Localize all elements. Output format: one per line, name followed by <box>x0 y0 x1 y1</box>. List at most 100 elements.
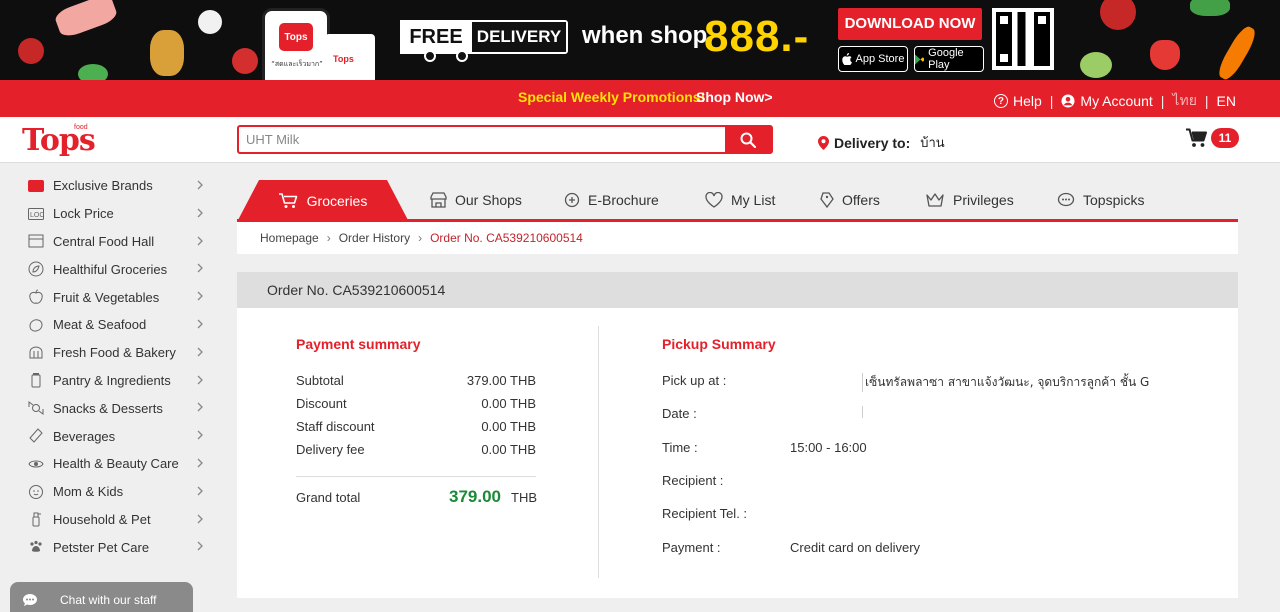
my-account-link[interactable]: My Account <box>1080 93 1152 109</box>
account-icon <box>1061 94 1075 108</box>
tab-offers[interactable]: Offers <box>820 180 880 219</box>
tab-label: Offers <box>842 191 880 208</box>
date-label: Date : <box>662 406 697 421</box>
separator: | <box>1049 93 1054 109</box>
sidebar-item-mom-kids[interactable]: Mom & Kids <box>0 478 222 506</box>
search-button[interactable] <box>725 127 771 152</box>
sidebar-item-fresh-food-bakery[interactable]: Fresh Food & Bakery <box>0 339 222 367</box>
google-play-button[interactable]: Google Play <box>914 46 984 72</box>
sidebar-item-lock-price[interactable]: LOCK Lock Price <box>0 200 222 228</box>
tag-icon <box>820 191 834 208</box>
promo-banner[interactable]: Tops “สดและเร็วมาก” Tops FREE DELIVERY w… <box>0 0 1280 80</box>
summary-divider <box>296 476 536 477</box>
main-nav-tabs: Groceries Our Shops E-Brochure My List O… <box>237 180 1238 222</box>
order-title: Order No. CA539210600514 <box>237 272 1238 308</box>
delivery-fee-value: 0.00 THB <box>481 442 536 457</box>
sidebar-item-label: Healthiful Groceries <box>53 261 168 277</box>
pickup-summary-title: Pickup Summary <box>662 336 776 352</box>
chevron-right-icon <box>197 236 203 246</box>
discount-value: 0.00 THB <box>481 396 536 411</box>
sidebar-item-central-food-hall[interactable]: Central Food Hall <box>0 228 222 256</box>
sidebar-item-snacks-desserts[interactable]: Snacks & Desserts <box>0 394 222 422</box>
tab-topspicks[interactable]: Topspicks <box>1057 180 1144 219</box>
meat-icon <box>27 316 45 334</box>
sidebar-item-label: Household & Pet <box>53 511 151 527</box>
logo-sup: food <box>74 124 88 131</box>
tab-e-brochure[interactable]: E-Brochure <box>564 180 659 219</box>
lock-price-icon: LOCK <box>27 205 45 223</box>
chevron-right-icon <box>197 430 203 440</box>
chevron-right-icon <box>197 402 203 412</box>
apple-image <box>1100 0 1136 30</box>
breadcrumb-current: Order No. CA539210600514 <box>430 231 583 245</box>
breadcrumb-order-history[interactable]: Order History <box>339 231 410 245</box>
app-store-button[interactable]: App Store <box>838 46 908 72</box>
sidebar-item-label: Beverages <box>53 428 116 444</box>
chevron-right-icon <box>197 263 203 273</box>
chevron-right-icon <box>197 319 203 329</box>
sidebar-item-label: Petster Pet Care <box>53 539 150 555</box>
leaf-image <box>1190 0 1230 16</box>
sidebar-item-label: Central Food Hall <box>53 233 155 249</box>
shop-icon <box>430 191 447 208</box>
meat-image <box>53 0 119 40</box>
dragonfruit-image <box>198 10 222 34</box>
sidebar-item-household-pet[interactable]: Household & Pet <box>0 506 222 534</box>
location-pin-icon <box>818 135 829 150</box>
tomato-image <box>18 38 44 64</box>
lang-thai-link[interactable]: ไทย <box>1172 90 1196 112</box>
pickup-at-value: เซ็นทรัลพลาซา สาขาแจ้งวัฒนะ, จุดบริการลู… <box>862 373 1149 392</box>
sidebar-item-health-beauty-care[interactable]: Health & Beauty Care <box>0 450 222 478</box>
tomato-image-2 <box>232 48 258 74</box>
phone-text: “สดและเร็วมาก” <box>271 60 323 68</box>
free-text: FREE <box>400 20 472 54</box>
sidebar-item-exclusive-brands[interactable]: Exclusive Brands <box>0 172 222 200</box>
chevron-right-icon <box>197 375 203 385</box>
help-link[interactable]: Help <box>1013 93 1042 109</box>
chevron-right-icon <box>197 291 203 301</box>
delivery-fee-label: Delivery fee <box>296 442 365 457</box>
tab-privileges[interactable]: Privileges <box>925 180 1014 219</box>
qr-corner <box>996 12 1012 28</box>
sidebar-item-label: Pantry & Ingredients <box>53 372 171 388</box>
delivery-address[interactable]: บ้าน <box>920 132 944 153</box>
breadcrumb-separator: › <box>326 231 331 245</box>
help-icon: ? <box>993 94 1008 108</box>
free-delivery-badge: FREE DELIVERY <box>400 20 568 62</box>
lang-en-link[interactable]: EN <box>1217 93 1236 109</box>
download-now-button[interactable]: DOWNLOAD NOW <box>838 8 982 40</box>
search-input[interactable] <box>239 127 725 152</box>
tab-groceries[interactable]: Groceries <box>237 180 409 222</box>
sidebar-item-healthiful-groceries[interactable]: Healthiful Groceries <box>0 255 222 283</box>
delivery-location[interactable]: Delivery to: บ้าน <box>818 132 945 153</box>
tab-my-list[interactable]: My List <box>705 180 775 219</box>
sidebar-item-meat-seafood[interactable]: Meat & Seafood <box>0 311 222 339</box>
shop-now-link[interactable]: Shop Now> <box>696 89 773 105</box>
weekly-promo-text[interactable]: Special Weekly Promotions! <box>518 89 705 105</box>
sidebar-item-beverages[interactable]: Beverages <box>0 422 222 450</box>
svg-text:LOCK: LOCK <box>30 212 44 219</box>
cart-button[interactable]: 11 <box>1186 128 1239 148</box>
time-label: Time : <box>662 440 698 455</box>
sidebar-item-pantry-ingredients[interactable]: Pantry & Ingredients <box>0 367 222 395</box>
qr-corner <box>996 50 1012 66</box>
sidebar-item-label: Health & Beauty Care <box>53 456 179 472</box>
chat-with-staff-button[interactable]: Chat with our staff <box>10 582 193 612</box>
payment-method-value: Credit card on delivery <box>790 540 921 555</box>
spray-icon <box>27 510 45 528</box>
breadcrumb-home[interactable]: Homepage <box>260 231 319 245</box>
bread-icon <box>27 344 45 362</box>
recipient-tel-label: Recipient Tel. : <box>662 506 748 521</box>
sidebar-item-fruit-vegetables[interactable]: Fruit & Vegetables <box>0 283 222 311</box>
brochure-icon <box>564 192 580 207</box>
tab-label: Groceries <box>306 193 368 209</box>
recipient-label: Recipient : <box>662 473 724 488</box>
tab-our-shops[interactable]: Our Shops <box>430 180 522 219</box>
subtotal-label: Subtotal <box>296 373 344 388</box>
separator: | <box>1160 93 1165 109</box>
candy-icon <box>27 399 45 417</box>
sidebar-item-petster-pet-care[interactable]: Petster Pet Care <box>0 533 222 561</box>
bottle-icon <box>27 427 45 445</box>
top-links: ? Help | My Account | ไทย | EN <box>993 90 1236 112</box>
chat-label: Chat with our staff <box>60 593 157 607</box>
